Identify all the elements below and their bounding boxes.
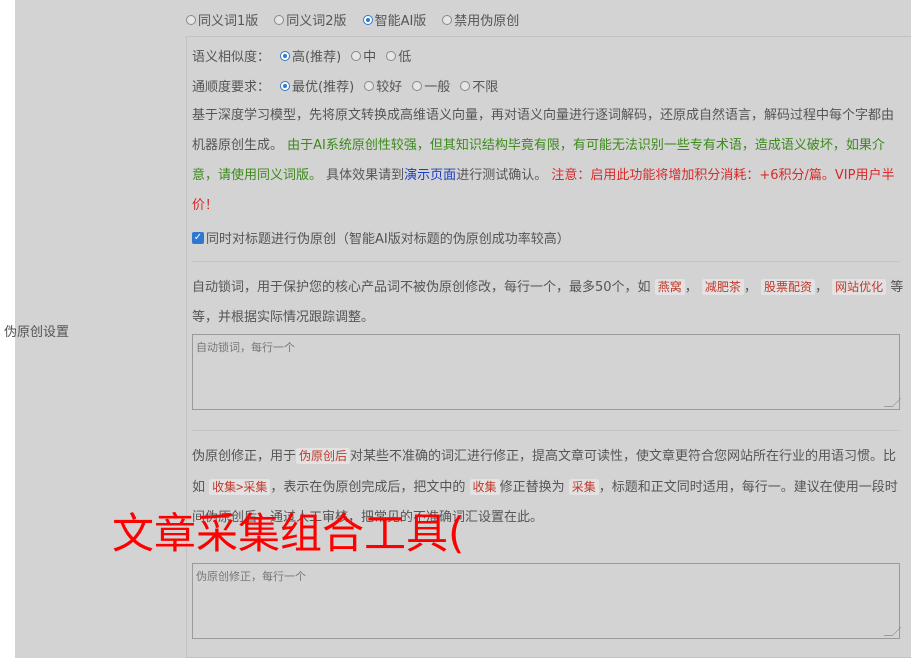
fluency-any[interactable]: 不限 bbox=[460, 76, 498, 95]
desc-text: ，标题和正文同时适用，每行一 bbox=[598, 480, 781, 495]
fluency-normal[interactable]: 一般 bbox=[412, 76, 450, 95]
radio-icon[interactable] bbox=[274, 14, 285, 25]
desc-text: 自动锁词，用于保护您的核心产品词不被伪原创修改，每行一个，最多50个，如 bbox=[192, 280, 651, 295]
radio-label: 中 bbox=[363, 50, 377, 65]
checkbox-checked-icon[interactable]: ✓ bbox=[192, 231, 204, 244]
radio-selected-icon[interactable] bbox=[280, 80, 291, 91]
desc-text: 进行测试确认。 bbox=[456, 168, 548, 183]
radio-icon[interactable] bbox=[186, 14, 196, 25]
mode-synonym-v1[interactable]: 同义词1版 bbox=[186, 10, 258, 29]
section-label: 伪原创设置 bbox=[4, 325, 70, 340]
example-tag: 网站优化 bbox=[832, 279, 887, 295]
radio-label: 同义词1版 bbox=[198, 14, 259, 29]
radio-label: 一般 bbox=[424, 80, 451, 95]
mode-disabled[interactable]: 禁用伪原创 bbox=[442, 10, 519, 29]
radio-label: 较好 bbox=[376, 80, 403, 95]
radio-icon[interactable] bbox=[412, 80, 423, 91]
textarea-placeholder: 自动锁词，每行一个 bbox=[196, 341, 295, 354]
fluency-row: 通顺度要求： 最优(推荐) 较好 一般 不限 bbox=[192, 76, 498, 95]
example-tag: 采集 bbox=[568, 479, 599, 495]
radio-label: 最优(推荐) bbox=[292, 80, 355, 95]
fluency-good[interactable]: 较好 bbox=[364, 76, 402, 95]
mode-smart-ai[interactable]: 智能AI版 bbox=[362, 10, 427, 29]
lock-words-description: 自动锁词，用于保护您的核心产品词不被伪原创修改，每行一个，最多50个，如 燕窝，… bbox=[192, 279, 904, 325]
title-pseudo-original-checkbox[interactable]: ✓ 同时对标题进行伪原创（智能AI版对标题的伪原创成功率较高） bbox=[192, 228, 570, 247]
radio-label: 智能AI版 bbox=[374, 14, 427, 29]
similarity-high[interactable]: 高(推荐) bbox=[280, 46, 341, 65]
similarity-low[interactable]: 低 bbox=[386, 46, 411, 65]
resize-grip-icon[interactable] bbox=[883, 627, 902, 636]
desc-text: 具体效果请到 bbox=[326, 168, 405, 183]
radio-icon[interactable] bbox=[351, 50, 362, 61]
radio-label: 不限 bbox=[472, 80, 499, 95]
example-tag: 燕窝 bbox=[654, 279, 685, 295]
fluency-best[interactable]: 最优(推荐) bbox=[280, 76, 354, 95]
divider bbox=[192, 261, 900, 262]
radio-label: 低 bbox=[398, 50, 412, 65]
example-tag: 股票配资 bbox=[761, 279, 816, 295]
similarity-row: 语义相似度： 高(推荐) 中 低 bbox=[192, 46, 411, 65]
pseudo-original-mode-group: 同义词1版 同义词2版 智能AI版 禁用伪原创 bbox=[186, 10, 519, 29]
correction-textarea[interactable]: 伪原创修正，每行一个 bbox=[192, 563, 902, 639]
similarity-label: 语义相似度： bbox=[192, 50, 271, 65]
resize-grip-icon[interactable] bbox=[883, 398, 902, 407]
ai-description: 基于深度学习模型，先将原文转换成高维语义向量，再对语义向量进行逐词解码，还原成自… bbox=[192, 101, 904, 221]
example-tag: 收集 bbox=[469, 479, 500, 495]
radio-selected-icon[interactable] bbox=[280, 50, 291, 61]
watermark-overlay: 文章采集组合工具( bbox=[112, 509, 465, 558]
textarea-placeholder: 伪原创修正，每行一个 bbox=[196, 570, 306, 583]
checkbox-label: 同时对标题进行伪原创（智能AI版对标题的伪原创成功率较高） bbox=[206, 232, 570, 247]
fluency-label: 通顺度要求： bbox=[192, 80, 271, 95]
radio-icon[interactable] bbox=[460, 80, 471, 91]
example-tag: 收集>采集 bbox=[209, 479, 271, 495]
desc-text: ，表示在伪原创完成后，把文中的 bbox=[270, 480, 466, 495]
mode-synonym-v2[interactable]: 同义词2版 bbox=[274, 10, 347, 29]
desc-text: 修正替换为 bbox=[499, 480, 565, 495]
radio-label: 高(推荐) bbox=[292, 50, 342, 65]
example-tag: 伪原创后 bbox=[296, 448, 351, 464]
radio-selected-icon[interactable] bbox=[362, 14, 373, 25]
radio-icon[interactable] bbox=[364, 80, 375, 91]
radio-label: 同义词2版 bbox=[286, 14, 347, 29]
demo-page-link[interactable]: 演示页面 bbox=[404, 168, 456, 183]
lock-words-textarea[interactable]: 自动锁词，每行一个 bbox=[192, 334, 902, 410]
radio-icon[interactable] bbox=[386, 50, 397, 61]
radio-label: 禁用伪原创 bbox=[454, 14, 520, 29]
similarity-medium[interactable]: 中 bbox=[351, 46, 376, 65]
radio-icon[interactable] bbox=[442, 14, 453, 25]
desc-text: 伪原创修正，用于 bbox=[192, 449, 297, 464]
divider bbox=[192, 430, 900, 431]
example-tag: 减肥茶 bbox=[701, 279, 744, 295]
